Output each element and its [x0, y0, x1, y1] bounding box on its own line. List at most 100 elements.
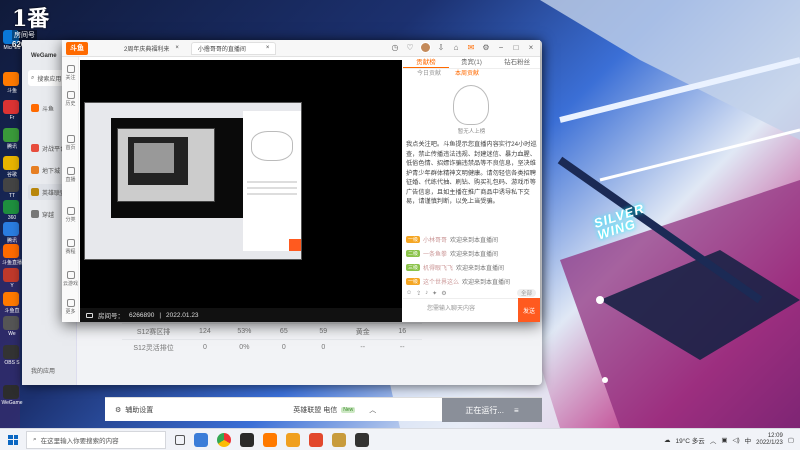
table-cell: 0 — [321, 344, 326, 351]
desktop-icon-label: OBS S — [4, 360, 20, 366]
settings-icon[interactable]: ⚙ — [115, 406, 121, 414]
desktop-icon[interactable] — [3, 128, 19, 142]
table-cell: 53% — [237, 328, 252, 335]
video-player[interactable]: 房间号： 6266890 | 2022.01.23 — [80, 60, 402, 322]
new-badge: New — [341, 406, 356, 413]
message-icon[interactable]: ✉ — [466, 43, 476, 53]
maximize-icon[interactable]: □ — [511, 43, 521, 53]
ime-icon[interactable]: 中 — [745, 435, 752, 445]
folder-icon[interactable] — [194, 432, 208, 447]
close-icon[interactable]: × — [266, 45, 270, 51]
table-cell: 59 — [319, 328, 328, 335]
chevron-up-icon[interactable]: ︿ — [710, 435, 717, 445]
taskbar-search[interactable]: ⌕ 在这里输入你要搜索的内容 — [26, 430, 166, 449]
tab-browser[interactable]: 2周年庆典福利来 × — [118, 42, 185, 55]
desktop-icon[interactable] — [3, 156, 19, 170]
app-logo[interactable]: 斗鱼 — [66, 41, 88, 55]
desktop-icon[interactable] — [3, 316, 19, 330]
nav-item-schedule[interactable]: 赛程 — [62, 239, 79, 259]
left-nav: 关注 历史 首页 直播 分类 赛程 云游戏 更多 — [62, 57, 79, 322]
cloud-icon — [66, 271, 75, 279]
table-cell: -- — [399, 344, 405, 351]
server-selector[interactable]: 英雄联盟 电信 — [293, 405, 337, 415]
nav-label: 赛程 — [65, 249, 76, 255]
desktop-icon[interactable] — [3, 292, 19, 306]
chat-user[interactable]: 机得眼飞飞 — [423, 263, 453, 272]
filter-pill[interactable]: 全部 — [516, 289, 536, 297]
start-button[interactable] — [0, 429, 26, 450]
close-icon[interactable]: × — [175, 45, 179, 51]
desktop-icon[interactable] — [3, 72, 19, 86]
tab-week[interactable]: 本周贡献 — [455, 69, 479, 79]
desktop-icon[interactable] — [3, 244, 19, 258]
stream-app-window[interactable]: 斗鱼 2周年庆典福利来 × 小撸哥哥的直播间 × ◷ ♡ ⇩ ⌂ ✉ ⚙ − □… — [62, 40, 540, 322]
shirt-icon[interactable]: ⌂ — [451, 43, 461, 53]
nav-item-history[interactable]: 历史 — [62, 91, 79, 111]
tab-vip[interactable]: 贵宾(1) — [449, 57, 495, 68]
network-icon[interactable]: ▣ — [721, 436, 727, 444]
chat-user[interactable]: 这个世界这么 — [423, 277, 459, 286]
volume-icon[interactable]: ◁) — [732, 436, 739, 444]
download-icon[interactable]: ⇩ — [436, 43, 446, 53]
desktop-icon-label: Y — [10, 283, 14, 289]
close-icon[interactable]: × — [526, 43, 536, 53]
table-cell: 黄金 — [355, 328, 370, 336]
desktop-icon[interactable] — [3, 200, 19, 214]
douyu-icon[interactable] — [263, 432, 277, 447]
gear-icon[interactable]: ⚙ — [481, 43, 491, 53]
emoji-icon[interactable]: ☺ — [406, 290, 412, 296]
desktop-icon[interactable] — [3, 268, 19, 282]
weather[interactable]: 19°C 多云 — [675, 435, 704, 445]
nav-item-follow[interactable]: 关注 — [62, 65, 79, 85]
nav-item-live[interactable]: 直播 — [62, 167, 79, 187]
running-button[interactable]: 正在运行... ≡ — [442, 398, 542, 422]
chevron-up-icon[interactable]: ︿ — [369, 405, 376, 415]
nav-item-home[interactable]: 首页 — [62, 135, 79, 155]
nav-item-cloud-game[interactable]: 云游戏 — [62, 271, 79, 291]
chat-input[interactable]: 您需输入聊天内容 — [403, 298, 518, 322]
history-icon[interactable]: ◷ — [390, 43, 400, 53]
tab-contribution[interactable]: 贡献榜 — [403, 57, 449, 68]
gift-icon[interactable]: ✦ — [432, 290, 437, 297]
app-icon[interactable] — [309, 432, 323, 447]
game-icon[interactable] — [240, 432, 254, 447]
assist-settings-link[interactable]: 辅助设置 — [125, 405, 153, 415]
desktop-icon[interactable] — [3, 222, 19, 236]
share-icon[interactable]: ⇪ — [416, 290, 421, 297]
app-icon[interactable] — [286, 432, 300, 447]
desktop-icon[interactable] — [3, 178, 19, 192]
desktop-icon[interactable] — [3, 385, 19, 399]
room-label: 房间号： — [98, 313, 124, 320]
chat-user[interactable]: 小林哥哥 — [423, 235, 447, 244]
avatar[interactable] — [420, 42, 431, 53]
desktop-icon[interactable] — [3, 100, 19, 114]
chat-text: 欢迎来到本直播间 — [450, 252, 499, 258]
clock[interactable]: 12:09 2022/1/23 — [756, 433, 783, 447]
notification-icon[interactable]: ▢ — [788, 436, 794, 444]
minimize-icon[interactable]: − — [496, 43, 506, 53]
launcher-recent[interactable]: 我的应用 — [28, 362, 74, 378]
stream-date: 2022.01.23 — [166, 311, 199, 319]
app-icon — [31, 144, 39, 152]
desktop-icon[interactable] — [3, 345, 19, 359]
tab-today[interactable]: 今日贡献 — [417, 69, 441, 79]
chrome-icon[interactable] — [217, 432, 231, 447]
table-cell: 0% — [239, 344, 250, 351]
tab-label: 2周年庆典福利来 — [124, 46, 170, 53]
send-button[interactable]: 发送 — [518, 298, 540, 322]
wegame-icon[interactable] — [355, 432, 369, 447]
favorite-icon[interactable]: ♡ — [405, 43, 415, 53]
desktop-icon-label: Fr — [9, 115, 15, 121]
chat-user[interactable]: 一条鱼拳 — [423, 249, 447, 258]
settings-icon[interactable]: ⚙ — [441, 290, 446, 297]
level-badge: 一级 — [406, 278, 421, 285]
tab-diamond-fans[interactable]: 钻石粉丝 — [494, 57, 540, 68]
game-icon[interactable] — [332, 432, 346, 447]
launcher-brand-label: WeGame — [31, 53, 57, 59]
nav-item-category[interactable]: 分类 — [62, 207, 79, 227]
desktop-icon-label: 360 — [7, 215, 17, 221]
nav-item-more[interactable]: 更多 — [62, 299, 79, 319]
sound-icon[interactable]: ♪ — [425, 290, 428, 296]
task-view-icon[interactable] — [175, 434, 185, 445]
tab-live-room[interactable]: 小撸哥哥的直播间 × — [190, 41, 277, 55]
